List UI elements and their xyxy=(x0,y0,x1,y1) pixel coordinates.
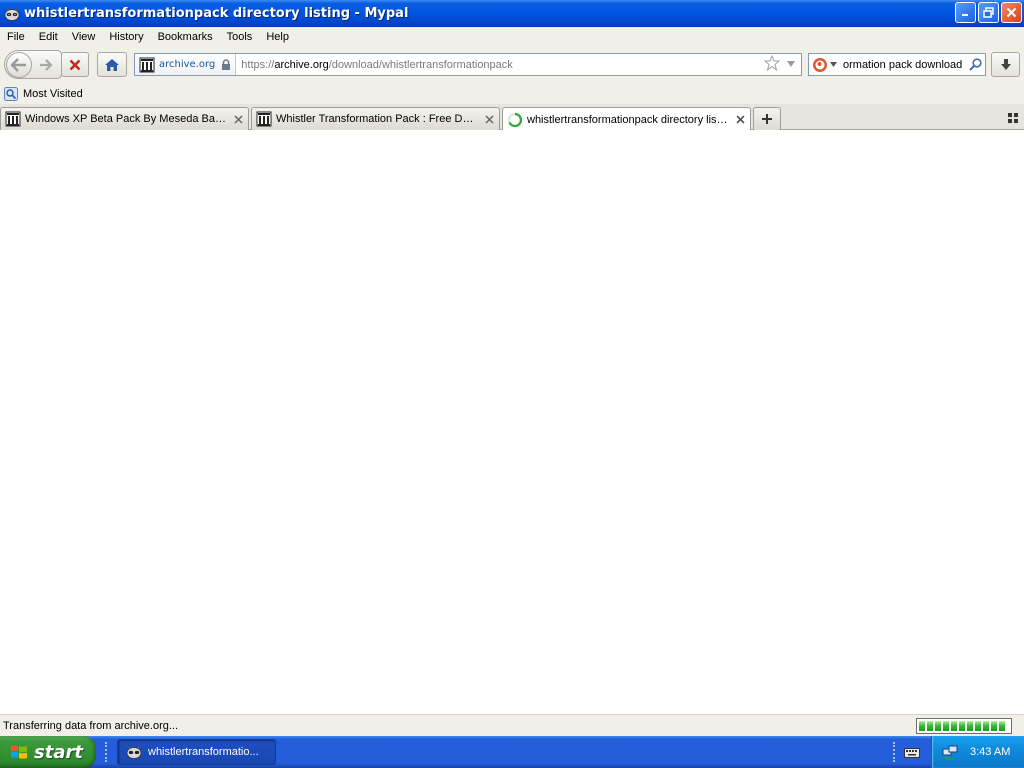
windows-flag-icon xyxy=(11,745,27,759)
home-icon xyxy=(105,58,119,71)
back-button[interactable] xyxy=(6,52,32,78)
mypal-raccoon-icon xyxy=(4,6,20,22)
grid-icon xyxy=(1008,113,1018,123)
progress-segment xyxy=(919,721,925,731)
most-visited-icon xyxy=(4,86,18,101)
close-tab-icon[interactable] xyxy=(232,113,244,125)
tab-windows-xp-beta-pack[interactable]: Windows XP Beta Pack By Meseda Bagau... xyxy=(0,107,249,130)
taskbar-grip xyxy=(105,742,109,762)
progress-segment xyxy=(967,721,973,731)
back-forward-group xyxy=(4,50,62,79)
forward-arrow-icon xyxy=(40,59,53,71)
window-title-bar[interactable]: whistlertransformationpack directory lis… xyxy=(0,0,1024,27)
system-tray: 3:43 AM xyxy=(931,736,1024,768)
clock: 3:43 AM xyxy=(970,746,1011,758)
network-icon[interactable] xyxy=(942,744,958,760)
progress-segment xyxy=(975,721,981,731)
bookmarks-toolbar: Most Visited xyxy=(0,83,1024,104)
list-all-tabs-button[interactable] xyxy=(1006,111,1020,125)
bookmark-star-icon[interactable] xyxy=(763,54,781,74)
menu-history[interactable]: History xyxy=(102,31,150,43)
menu-tools[interactable]: Tools xyxy=(220,31,260,43)
taskbar-item-mypal[interactable]: whistlertransformatio... xyxy=(117,739,276,765)
progress-segment xyxy=(999,721,1005,731)
restore-icon xyxy=(983,7,994,18)
progress-segment xyxy=(943,721,949,731)
close-tab-icon[interactable] xyxy=(483,113,495,125)
restore-button[interactable] xyxy=(978,2,999,23)
url-path: /download/whistlertransformationpack xyxy=(328,58,513,71)
duckduckgo-icon xyxy=(813,57,827,72)
taskbar: start whistlertransformatio... 3:43 AM xyxy=(0,736,1024,768)
loading-spinner-icon xyxy=(507,112,523,128)
progress-segment xyxy=(983,721,989,731)
minimize-icon xyxy=(962,14,968,16)
keyboard-language-icon[interactable] xyxy=(904,745,920,759)
new-tab-button[interactable] xyxy=(753,107,781,130)
site-identity[interactable]: archive.org xyxy=(135,54,237,75)
search-icon[interactable] xyxy=(965,58,985,71)
page-content-area[interactable] xyxy=(0,130,1024,714)
search-engine-selector[interactable] xyxy=(809,57,839,73)
url-bar[interactable]: archive.org https://archive.org/download… xyxy=(134,53,802,76)
tab-directory-listing[interactable]: whistlertransformationpack directory lis… xyxy=(502,107,751,131)
forward-button[interactable] xyxy=(37,57,55,73)
home-button[interactable] xyxy=(97,52,127,77)
chevron-down-icon xyxy=(830,62,837,67)
archive-org-icon xyxy=(256,111,272,127)
window-controls xyxy=(955,2,1022,23)
download-arrow-icon xyxy=(1000,58,1011,70)
tab-strip: Windows XP Beta Pack By Meseda Bagau... … xyxy=(0,104,1024,131)
close-icon xyxy=(1006,7,1017,18)
bookmark-most-visited[interactable]: Most Visited xyxy=(4,86,83,101)
close-tab-icon[interactable] xyxy=(734,114,746,126)
tab-whistler-transformation-pack[interactable]: Whistler Transformation Pack : Free Dow.… xyxy=(251,107,500,130)
menu-view[interactable]: View xyxy=(65,31,103,43)
downloads-button[interactable] xyxy=(991,52,1020,77)
progress-segment xyxy=(959,721,965,731)
taskbar-item-label: whistlertransformatio... xyxy=(148,746,259,758)
window-title: whistlertransformationpack directory lis… xyxy=(24,6,409,21)
progress-segment xyxy=(951,721,957,731)
tab-label: whistlertransformationpack directory lis… xyxy=(527,113,730,126)
navigation-toolbar: archive.org https://archive.org/download… xyxy=(0,46,1024,83)
archive-org-icon xyxy=(5,111,21,127)
search-bar[interactable]: ormation pack download xyxy=(808,53,986,76)
url-domain: archive.org xyxy=(274,58,329,71)
tab-label: Whistler Transformation Pack : Free Dow.… xyxy=(276,113,479,125)
start-label: start xyxy=(34,741,83,763)
progress-segment xyxy=(935,721,941,731)
loading-progress-bar xyxy=(916,718,1012,734)
bookmark-label: Most Visited xyxy=(23,87,83,100)
progress-segment xyxy=(991,721,997,731)
progress-segment xyxy=(927,721,933,731)
stop-button[interactable] xyxy=(61,52,89,77)
menu-edit[interactable]: Edit xyxy=(32,31,65,43)
url-prefix: https:// xyxy=(241,58,275,71)
archive-org-icon xyxy=(139,57,155,72)
minimize-button[interactable] xyxy=(955,2,976,23)
start-button[interactable]: start xyxy=(0,736,96,768)
close-window-button[interactable] xyxy=(1001,2,1022,23)
menu-help[interactable]: Help xyxy=(259,31,296,43)
status-text: Transferring data from archive.org... xyxy=(3,719,179,732)
menu-bookmarks[interactable]: Bookmarks xyxy=(151,31,220,43)
url-text[interactable]: https://archive.org/download/whistlertra… xyxy=(241,59,764,71)
stop-x-icon xyxy=(69,59,81,70)
lock-icon xyxy=(222,58,231,70)
menu-file[interactable]: File xyxy=(0,31,32,43)
identity-site-label: archive.org xyxy=(159,59,216,70)
back-arrow-icon xyxy=(11,58,26,72)
taskbar-grip xyxy=(893,742,897,762)
status-bar: Transferring data from archive.org... xyxy=(0,714,1024,736)
url-history-dropdown-icon[interactable] xyxy=(786,58,796,71)
search-input[interactable]: ormation pack download xyxy=(839,59,965,71)
mypal-raccoon-icon xyxy=(126,745,142,759)
tab-label: Windows XP Beta Pack By Meseda Bagau... xyxy=(25,113,228,125)
menu-bar: File Edit View History Bookmarks Tools H… xyxy=(0,27,1024,46)
plus-icon xyxy=(762,114,772,124)
